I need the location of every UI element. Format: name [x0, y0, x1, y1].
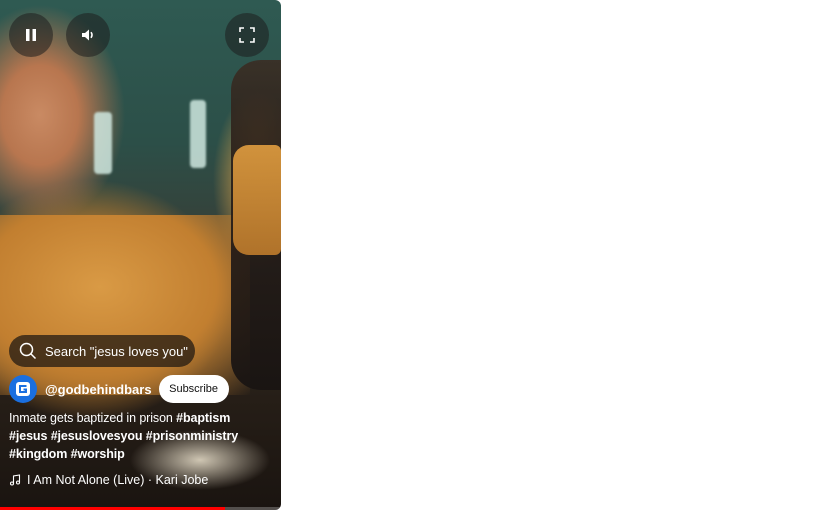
background-light — [190, 100, 206, 168]
music-track-label: I Am Not Alone (Live) · Kari Jobe — [27, 473, 209, 487]
channel-handle[interactable]: @godbehindbars — [45, 382, 152, 397]
music-track-row[interactable]: I Am Not Alone (Live) · Kari Jobe — [9, 471, 208, 489]
video-description: Inmate gets baptized in prison #baptism … — [9, 409, 271, 463]
pause-icon — [24, 28, 38, 42]
pause-button[interactable] — [9, 13, 53, 57]
avatar[interactable] — [9, 375, 37, 403]
hashtag[interactable]: #jesus — [9, 429, 47, 443]
subscribe-button[interactable]: Subscribe — [158, 375, 229, 403]
video-frame-shirt — [0, 215, 250, 395]
search-icon — [19, 342, 37, 360]
music-note-icon — [9, 474, 21, 486]
fullscreen-icon — [239, 27, 255, 43]
hashtag[interactable]: #kingdom — [9, 447, 67, 461]
channel-row: @godbehindbars Subscribe — [9, 374, 229, 404]
description-text: Inmate gets baptized in prison — [9, 411, 173, 425]
background-light — [94, 112, 112, 174]
hashtag[interactable]: #prisonministry — [146, 429, 238, 443]
hashtag[interactable]: #worship — [71, 447, 125, 461]
search-chip-label: Search "jesus loves you" — [45, 343, 188, 359]
hashtag[interactable]: #baptism — [176, 411, 230, 425]
shorts-video-player[interactable]: Search "jesus loves you" @godbehindbars … — [0, 0, 281, 510]
video-frame-sleeve — [233, 145, 281, 255]
volume-icon — [80, 27, 96, 43]
fullscreen-button[interactable] — [225, 13, 269, 57]
volume-button[interactable] — [66, 13, 110, 57]
hashtag[interactable]: #jesuslovesyou — [51, 429, 143, 443]
search-suggestion-chip[interactable]: Search "jesus loves you" — [9, 335, 195, 367]
